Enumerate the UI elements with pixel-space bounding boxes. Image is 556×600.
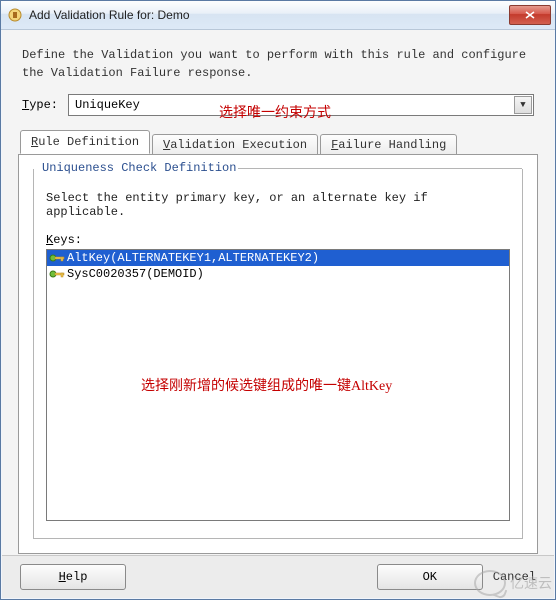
type-label: Type: bbox=[22, 98, 58, 112]
group-title: Uniqueness Check Definition bbox=[42, 161, 238, 175]
list-item[interactable]: AltKey(ALTERNATEKEY1,ALTERNATEKEY2) bbox=[47, 250, 509, 266]
tab-validation-execution[interactable]: Validation Execution bbox=[152, 134, 318, 155]
tabs-container: Rule Definition Validation Execution Fai… bbox=[18, 130, 538, 554]
client-area: Define the Validation you want to perfor… bbox=[2, 30, 554, 598]
list-item-label: SysC0020357(DEMOID) bbox=[67, 267, 204, 281]
tab-failure-handling[interactable]: Failure Handling bbox=[320, 134, 457, 155]
window-title: Add Validation Rule for: Demo bbox=[29, 8, 509, 22]
keys-label: Keys: bbox=[46, 233, 510, 247]
app-icon bbox=[7, 7, 23, 23]
chevron-down-icon: ▼ bbox=[514, 96, 532, 114]
tab-panel: Uniqueness Check Definition Select the e… bbox=[18, 154, 538, 554]
ok-button[interactable]: OK bbox=[377, 564, 483, 590]
titlebar[interactable]: Add Validation Rule for: Demo bbox=[1, 1, 555, 30]
type-combobox[interactable]: UniqueKey ▼ bbox=[68, 94, 534, 116]
keys-listbox[interactable]: AltKey(ALTERNATEKEY1,ALTERNATEKEY2) Sys bbox=[46, 249, 510, 521]
list-item[interactable]: SysC0020357(DEMOID) bbox=[47, 266, 509, 282]
cancel-button-partial[interactable]: Cancel bbox=[493, 570, 536, 584]
dialog-window: Add Validation Rule for: Demo Define the… bbox=[0, 0, 556, 600]
button-bar: Help OK Cancel bbox=[2, 555, 554, 598]
uniqueness-groupbox: Uniqueness Check Definition Select the e… bbox=[33, 169, 523, 539]
tabstrip: Rule Definition Validation Execution Fai… bbox=[20, 130, 538, 154]
dialog-description: Define the Validation you want to perfor… bbox=[2, 30, 554, 90]
close-icon bbox=[525, 11, 535, 19]
type-row: Type: UniqueKey ▼ bbox=[2, 90, 554, 130]
group-title-row: Uniqueness Check Definition bbox=[34, 161, 522, 175]
key-icon bbox=[49, 267, 65, 281]
close-button[interactable] bbox=[509, 5, 551, 25]
help-button[interactable]: Help bbox=[20, 564, 126, 590]
group-description: Select the entity primary key, or an alt… bbox=[46, 191, 510, 219]
tab-rule-definition[interactable]: Rule Definition bbox=[20, 130, 150, 154]
key-icon bbox=[49, 251, 65, 265]
type-value: UniqueKey bbox=[75, 98, 514, 112]
list-item-label: AltKey(ALTERNATEKEY1,ALTERNATEKEY2) bbox=[67, 251, 319, 265]
